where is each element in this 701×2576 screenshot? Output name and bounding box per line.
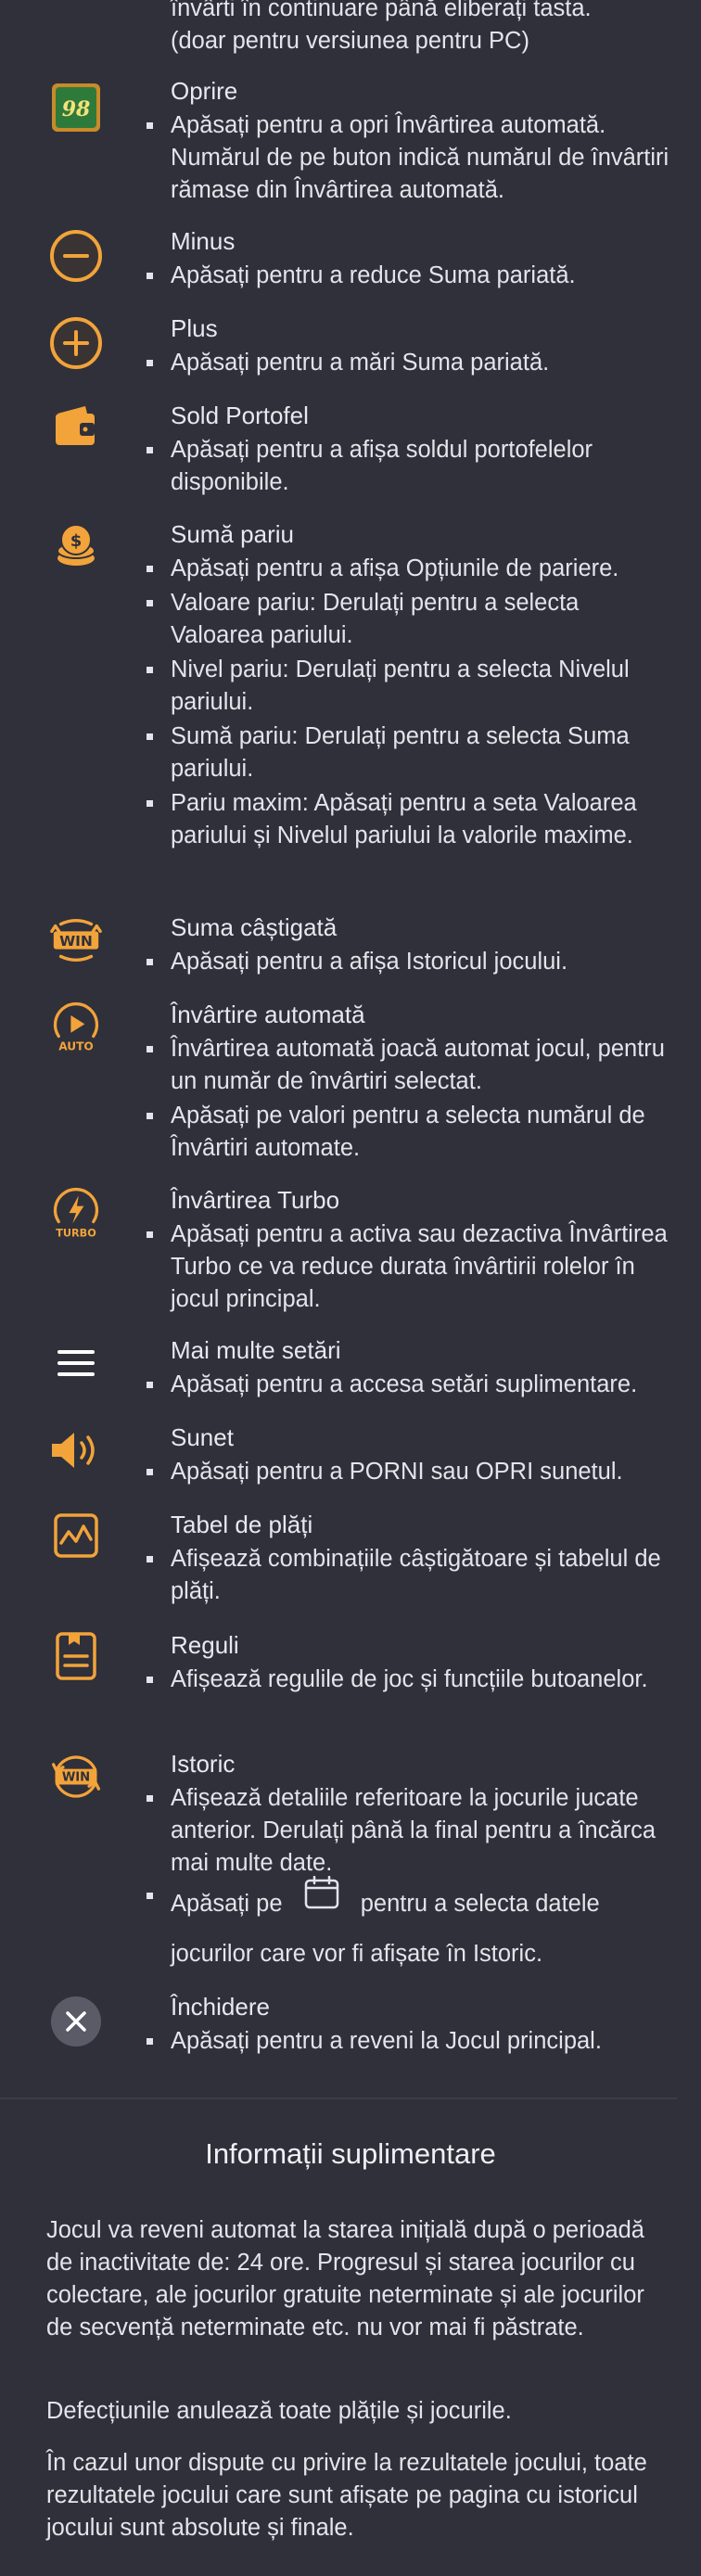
item-title: Reguli — [171, 1631, 239, 1659]
calendar-text-line2: jocurilor care vor fi afișate în Istoric… — [171, 1941, 543, 1968]
minus-icon — [48, 228, 104, 284]
item-bullets: Afișează regulile de joc și funcțiile bu… — [147, 1664, 671, 1698]
item-bullets: Apăsați pentru a PORNI sau OPRI sunetul. — [147, 1456, 671, 1490]
section-divider — [0, 2098, 677, 2099]
item-bullets: Apăsați pentru a mări Suma pariată. — [147, 347, 671, 381]
bullet: Pariu maxim: Apăsați pentru a seta Valoa… — [147, 787, 671, 852]
bullet: Apăsați pentru a mări Suma pariată. — [147, 347, 671, 379]
bullet: Valoare pariu: Derulați pentru a selecta… — [147, 587, 671, 652]
additional-info-title: Informații suplimentare — [205, 2137, 496, 2170]
calendar-icon — [304, 1876, 339, 1926]
autoplay-icon: AUTO — [48, 1001, 104, 1057]
item-bullets: Apăsați pentru a afișa soldul portofelel… — [147, 434, 671, 501]
close-icon — [48, 1994, 104, 2049]
bullet: Apăsați pentru a reveni la Jocul princip… — [147, 2025, 671, 2058]
bullet: Apăsați pentru a afișa Istoricul jocului… — [147, 946, 671, 978]
rules-icon — [48, 1628, 104, 1684]
item-title: Oprire — [171, 77, 238, 105]
item-bullets: Învârtirea automată joacă automat jocul,… — [147, 1033, 671, 1167]
calendar-text-before: Apăsați pe — [171, 1891, 283, 1917]
item-bullets: Apăsați pentru a accesa setări supliment… — [147, 1369, 671, 1403]
item-title: Sunet — [171, 1423, 234, 1451]
stop-badge-number: 98 — [62, 97, 91, 121]
item-title: Mai multe setări — [171, 1336, 341, 1364]
bullet: Afișează detaliile referitoare la jocuri… — [147, 1782, 671, 1880]
item-bullets: Apăsați pentru a afișa Opțiunile de pari… — [147, 553, 671, 854]
bullet: Afișează regulile de joc și funcțiile bu… — [147, 1664, 671, 1696]
menu-icon — [48, 1335, 104, 1391]
bullet: Apăsați pentru a PORNI sau OPRI sunetul. — [147, 1456, 671, 1488]
bullet: Apăsați pentru a afișa Opțiunile de pari… — [147, 553, 671, 585]
intro-line-2: (doar pentru versiunea pentru PC) — [171, 28, 529, 54]
bullet: Apăsați pentru a reduce Suma pariată. — [147, 260, 671, 292]
turbo-icon: TURBO — [48, 1187, 104, 1243]
additional-paragraph-2: Defecțiunile anulează toate plățile și j… — [46, 2398, 512, 2424]
coins-icon: $ — [48, 519, 104, 575]
plus-icon — [48, 315, 104, 371]
item-title: Istoric — [171, 1750, 236, 1778]
bullet: Apăsați pentru a afișa soldul portofelel… — [147, 434, 671, 499]
item-title: Tabel de plăți — [171, 1511, 313, 1538]
calendar-text-after: pentru a selecta datele — [360, 1891, 600, 1917]
item-title: Sumă pariu — [171, 520, 294, 548]
win-icon: WIN — [48, 912, 104, 968]
history-icon: WIN — [48, 1749, 104, 1804]
bullet: Apăsați pentru a accesa setări supliment… — [147, 1369, 671, 1401]
paytable-icon — [48, 1508, 104, 1563]
bullet: Afișează combinațiile câștigătoare și ta… — [147, 1543, 671, 1608]
item-bullets: Apăsați pentru a activa sau dezactiva În… — [147, 1218, 671, 1318]
auto-badge: AUTO — [58, 1040, 94, 1053]
history-win-badge: WIN — [62, 1771, 90, 1785]
win-badge: WIN — [59, 933, 93, 950]
item-title: Învârtirea Turbo — [171, 1186, 340, 1214]
item-title: Învârtire automată — [171, 1001, 365, 1028]
svg-text:$: $ — [70, 531, 83, 551]
bullet: Apăsați pentru a activa sau dezactiva În… — [147, 1218, 671, 1316]
item-bullets: Apăsați pentru a reduce Suma pariată. — [147, 260, 671, 294]
sound-icon — [48, 1422, 104, 1478]
item-title: Suma câștigată — [171, 913, 338, 941]
bullet: Nivel pariu: Derulați pentru a selecta N… — [147, 654, 671, 719]
item-bullets: Apăsați pentru a opri Învârtirea automat… — [147, 109, 671, 209]
item-title: Plus — [171, 314, 218, 342]
stop-autospin-icon: 98 — [48, 80, 104, 135]
intro-continuation: învârti în continuare până eliberați tas… — [171, 0, 690, 57]
bullet: Apăsați pentru a opri Învârtirea automat… — [147, 109, 671, 207]
turbo-badge: TURBO — [56, 1227, 96, 1239]
item-bullets: Afișează detaliile referitoare la jocuri… — [147, 1782, 671, 1980]
wallet-icon — [48, 399, 104, 454]
item-bullets: Afișează combinațiile câștigătoare și ta… — [147, 1543, 671, 1610]
intro-line-1: învârti în continuare până eliberați tas… — [171, 0, 592, 21]
item-bullets: Apăsați pentru a afișa Istoricul jocului… — [147, 946, 671, 980]
bullet: Învârtirea automată joacă automat jocul,… — [147, 1033, 671, 1098]
bullet: Sumă pariu: Derulați pentru a selecta Su… — [147, 721, 671, 785]
item-bullets: Apăsați pentru a reveni la Jocul princip… — [147, 2025, 671, 2060]
bullet-calendar: Apăsați pe pentru a selecta datele jocur… — [147, 1876, 671, 1978]
item-title: Închidere — [171, 1993, 270, 2021]
additional-paragraph-1: Jocul va reveni automat la starea iniția… — [46, 2217, 644, 2340]
bullet: Apăsați pe valori pentru a selecta număr… — [147, 1100, 671, 1165]
item-title: Sold Portofel — [171, 402, 309, 429]
additional-paragraph-3: În cazul unor dispute cu privire la rezu… — [46, 2450, 647, 2541]
item-title: Minus — [171, 227, 236, 255]
